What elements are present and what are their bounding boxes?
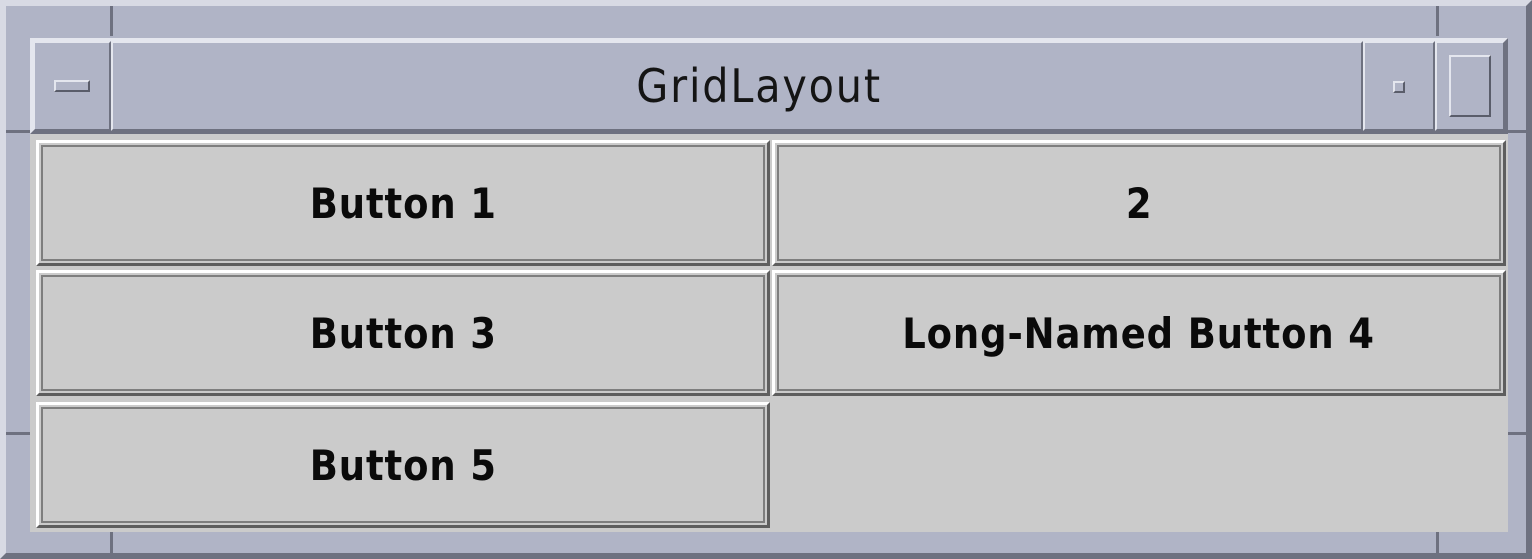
resize-handle-left-top[interactable] [6,130,30,133]
window-menu-button[interactable] [33,41,111,131]
maximize-icon [1449,55,1491,117]
resize-handle-top-right[interactable] [1436,6,1439,36]
resize-handle-bottom-right[interactable] [1436,529,1439,553]
button-3[interactable]: Button 3 [36,270,770,396]
resize-handle-left-bottom[interactable] [6,432,30,435]
button-5-label: Button 5 [309,440,497,490]
button-1[interactable]: Button 1 [36,140,770,266]
window-menu-icon [54,80,90,92]
button-5[interactable]: Button 5 [36,402,770,528]
title-bar[interactable]: GridLayout [30,38,1508,134]
minimize-button[interactable] [1363,41,1435,131]
button-4-label: Long-Named Button 4 [902,308,1376,358]
minimize-icon [1393,81,1405,93]
button-1-label: Button 1 [309,178,497,228]
resize-handle-top-left[interactable] [110,6,113,36]
resize-handle-bottom-left[interactable] [110,529,113,553]
title-area[interactable]: GridLayout [111,41,1363,131]
maximize-button[interactable] [1435,41,1505,131]
empty-grid-cell [772,402,1506,528]
button-3-label: Button 3 [309,308,497,358]
long-named-button-4[interactable]: Long-Named Button 4 [772,270,1506,396]
window-title: GridLayout [635,59,882,113]
button-2-label: 2 [1125,178,1153,228]
grid-panel: Button 1 2 Button 3 Long-Named Button 4 … [30,134,1508,532]
button-2[interactable]: 2 [772,140,1506,266]
